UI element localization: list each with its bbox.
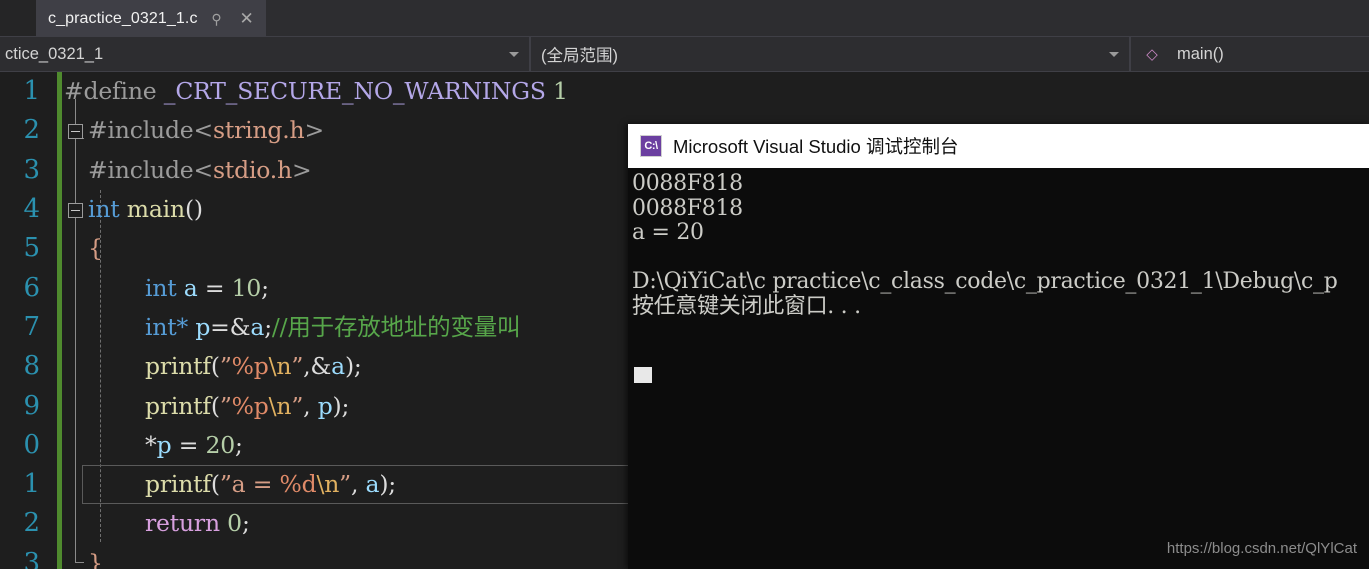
- code-line-text: {: [88, 234, 103, 263]
- code-line-text: printf(”a = %d\n”, a);: [145, 470, 397, 499]
- line-number: 5: [23, 233, 40, 264]
- function-scope-label: main(): [1177, 44, 1224, 63]
- navigation-bar: ctice_0321_1 (全局范围) ◇ main(): [0, 36, 1369, 72]
- line-number: 1: [23, 469, 40, 500]
- console-app-icon: C:\: [640, 135, 662, 157]
- project-scope-label: ctice_0321_1: [5, 44, 104, 63]
- line-number: 2: [23, 115, 40, 146]
- console-output-line-blank: [632, 246, 1369, 271]
- chevron-down-icon[interactable]: [505, 37, 523, 71]
- close-icon[interactable]: ✕: [236, 8, 258, 30]
- code-row[interactable]: 1 #define _CRT_SECURE_NO_WARNINGS 1: [0, 72, 1369, 111]
- function-scope-dropdown[interactable]: ◇ main(): [1130, 36, 1369, 72]
- line-number: 6: [23, 272, 40, 303]
- console-output-line: a = 20: [632, 220, 704, 245]
- console-output-line: D:\QiYiCat\c practice\c_class_code\c_pra…: [632, 269, 1338, 294]
- line-number: 7: [23, 311, 40, 342]
- member-scope-dropdown[interactable]: (全局范围): [530, 36, 1130, 72]
- console-title-label: Microsoft Visual Studio 调试控制台: [673, 136, 959, 157]
- code-line-text: #include<stdio.h>: [88, 155, 312, 184]
- visual-studio-window: c_practice_0321_1.c ⚲ ✕ ctice_0321_1 (全局…: [0, 0, 1369, 569]
- tab-strip-left-padding: [0, 0, 36, 36]
- console-output-line: 按任意键关闭此窗口. . .: [632, 293, 861, 319]
- editor-tab-strip: c_practice_0321_1.c ⚲ ✕: [0, 0, 1369, 36]
- watermark-label: https://blog.csdn.net/QlYlCat: [1166, 540, 1357, 557]
- debug-console-window[interactable]: C:\ Microsoft Visual Studio 调试控制台 0088F8…: [628, 124, 1369, 569]
- project-scope-dropdown[interactable]: ctice_0321_1: [0, 36, 530, 72]
- console-output-line: 0088F818: [632, 195, 743, 221]
- line-number: 3: [23, 547, 40, 569]
- code-line-text: printf(”%p\n”, p);: [145, 391, 350, 420]
- code-line-text: #define _CRT_SECURE_NO_WARNINGS 1: [64, 77, 568, 106]
- method-cube-icon: ◇: [1146, 46, 1158, 63]
- line-number: 3: [23, 154, 40, 185]
- line-number: 9: [23, 390, 40, 421]
- console-title-bar[interactable]: C:\ Microsoft Visual Studio 调试控制台: [628, 124, 1369, 168]
- console-cursor: [634, 367, 652, 383]
- line-number: 0: [23, 429, 40, 460]
- code-line-text: printf(”%p\n”,&a);: [145, 352, 362, 381]
- code-line-text: *p = 20;: [145, 430, 243, 459]
- console-output-area[interactable]: 0088F818 0088F818 a = 20 D:\QiYiCat\c pr…: [628, 168, 1369, 569]
- line-number: 2: [23, 508, 40, 539]
- member-scope-label: (全局范围): [541, 47, 618, 65]
- line-number: 1: [23, 76, 40, 107]
- console-output-line: 0088F818: [632, 171, 743, 196]
- code-line-text: int main(): [88, 195, 203, 224]
- chevron-down-icon[interactable]: [1105, 37, 1123, 71]
- code-line-text: #include<string.h>: [88, 116, 324, 145]
- pin-icon[interactable]: ⚲: [206, 8, 228, 30]
- tab-c-practice-0321-1-c[interactable]: c_practice_0321_1.c ⚲ ✕: [36, 0, 266, 36]
- code-line-text: return 0;: [145, 509, 250, 538]
- code-line-text: int a = 10;: [145, 273, 269, 302]
- line-number: 8: [23, 351, 40, 382]
- code-line-text: }: [88, 548, 103, 569]
- tab-label: c_practice_0321_1.c: [48, 9, 198, 27]
- line-number: 4: [23, 194, 40, 225]
- code-line-text: int* p=&a;//用于存放地址的变量叫: [145, 312, 521, 341]
